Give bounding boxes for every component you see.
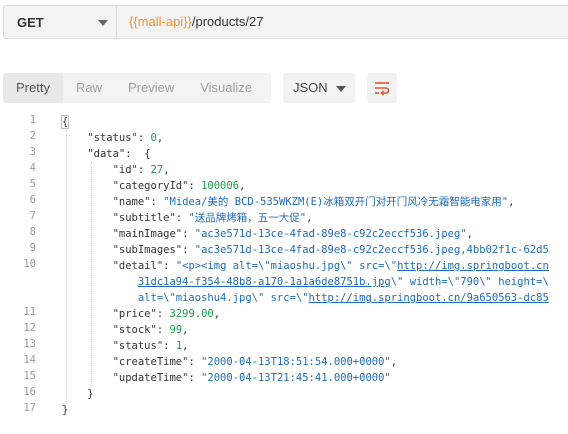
- json-punct: ,: [156, 132, 164, 144]
- code-line: "categoryId": 100006,: [112, 180, 246, 192]
- json-link: http://img.springboot.cn: [397, 260, 549, 272]
- code-line: alt=\"miaoshu4.jpg\" src=\"http://img.sp…: [62, 290, 549, 306]
- json-number: 99: [169, 324, 183, 336]
- response-body[interactable]: 1{2 "status": 0, 3 "data": {4 "id": 27, 5 …: [0, 112, 568, 434]
- indent-guide: [66, 130, 67, 402]
- code-line: 31dc1a94-f354-48b8-a170-1a1a6de8751b.jpg…: [62, 274, 549, 290]
- code-line: "name": "Midea/美的 BCD-535WKZM(E)冰箱双开门对开门…: [112, 196, 515, 208]
- chevron-down-icon: [336, 86, 346, 92]
- json-punct: ,: [163, 164, 170, 176]
- json-string: "送品牌烤箱，五一大促": [188, 212, 307, 224]
- wrap-lines-icon: [375, 82, 390, 96]
- format-label: JSON: [293, 80, 328, 95]
- json-string: "2000-04-13T18:51:54.000+0000": [201, 356, 391, 368]
- json-key: "subtitle": [112, 212, 176, 224]
- line-number: 9: [29, 242, 36, 254]
- format-select[interactable]: JSON: [283, 73, 355, 103]
- line-number: 2: [29, 130, 36, 142]
- json-key: "createTime": [112, 356, 189, 368]
- line-number: 8: [29, 226, 36, 238]
- code-line: "detail": "<p><img alt=\"miaoshu.jpg\" s…: [112, 260, 549, 272]
- line-number: 15: [23, 370, 36, 382]
- line-number: 4: [29, 162, 36, 174]
- json-number: 3299.00: [169, 308, 214, 320]
- code-line: }: [62, 402, 68, 418]
- json-string: "<p><img alt=\"miaoshu.jpg\" src=\": [175, 260, 398, 272]
- json-link: 31dc1a94-f354-48b8-a170-1a1a6de8751b.jpg: [137, 276, 391, 288]
- line-number: 11: [23, 306, 36, 318]
- code-line: "status": 1,: [112, 340, 189, 352]
- tab-visualize[interactable]: Visualize: [187, 73, 265, 103]
- url-path: /products/27: [191, 14, 264, 29]
- code-line: "updateTime": "2000-04-13T21:45:41.000+0…: [112, 372, 391, 384]
- tab-raw[interactable]: Raw: [63, 73, 115, 103]
- json-string: "ac3e571d-13ce-4fad-89e8-c92c2eccf536.jp…: [194, 244, 549, 256]
- line-number: 13: [23, 338, 36, 350]
- json-key: "categoryId": [112, 180, 189, 192]
- json-punct: ,: [508, 196, 515, 208]
- json-punct: {: [137, 148, 151, 160]
- line-number: 12: [23, 322, 36, 334]
- method-label: GET: [17, 15, 44, 30]
- code-line: "mainImage": "ac3e571d-13ce-4fad-89e8-c9…: [112, 228, 473, 240]
- json-punct: ,: [466, 228, 473, 240]
- code-line: "id": 27,: [112, 164, 170, 176]
- code-line: "price": 3299.00,: [112, 308, 221, 320]
- json-key: "status": [112, 340, 164, 352]
- json-string: "Midea/美的 BCD-535WKZM(E)冰箱双开门对开门风冷无霜智能电家…: [163, 196, 509, 208]
- line-number: 6: [29, 194, 36, 206]
- json-key: "price": [112, 308, 157, 320]
- json-punct: ,: [390, 356, 398, 368]
- json-key: "status": [87, 132, 138, 144]
- json-number: 100006: [201, 180, 240, 192]
- line-number: 16: [23, 386, 36, 398]
- json-string: alt=\"miaoshu4.jpg\" src=\": [137, 292, 309, 304]
- tab-pretty[interactable]: Pretty: [3, 73, 63, 103]
- json-key: "stock": [112, 324, 157, 336]
- json-punct: ,: [306, 212, 313, 224]
- code-line: "subImages": "ac3e571d-13ce-4fad-89e8-c9…: [112, 244, 549, 256]
- line-number: 5: [29, 178, 36, 190]
- json-string: \" width=\"790\" height=\: [390, 276, 549, 288]
- code-line: "stock": 99,: [112, 324, 189, 336]
- code-text: {: [60, 115, 70, 129]
- code-line: "subtitle": "送品牌烤箱，五一大促",: [112, 212, 313, 224]
- indent-guide: [91, 162, 93, 386]
- json-string: "2000-04-13T21:45:41.000+0000": [201, 372, 391, 384]
- code-line: "data": {: [87, 148, 151, 160]
- json-punct: ,: [239, 180, 246, 192]
- request-bar: GET {{mall-api}}/products/27: [0, 0, 568, 48]
- response-toolbar: Pretty Raw Preview Visualize JSON: [0, 70, 568, 106]
- line-number: 10: [23, 258, 36, 270]
- json-key: "id": [112, 164, 138, 176]
- json-punct: ,: [213, 308, 221, 320]
- code-line: "status": 0,: [87, 132, 164, 144]
- json-key: "subImages": [112, 244, 183, 256]
- url-input[interactable]: {{mall-api}}/products/27: [117, 5, 568, 39]
- tab-preview[interactable]: Preview: [115, 73, 187, 103]
- code-line: {: [60, 114, 70, 130]
- chevron-down-icon: [98, 20, 108, 26]
- line-number: 1: [29, 114, 36, 126]
- json-key: "mainImage": [112, 228, 183, 240]
- json-key: "detail": [112, 260, 164, 272]
- url-variable: {{mall-api}}: [129, 14, 192, 29]
- line-number: 3: [29, 146, 36, 158]
- method-select[interactable]: GET: [3, 5, 117, 39]
- code-line: "createTime": "2000-04-13T18:51:54.000+0…: [112, 356, 398, 368]
- json-punct: ,: [182, 324, 189, 336]
- line-number: 14: [23, 354, 36, 366]
- json-string: "ac3e571d-13ce-4fad-89e8-c92c2eccf536.jp…: [194, 228, 467, 240]
- line-number: 7: [29, 210, 36, 222]
- json-key: "data": [87, 148, 126, 160]
- json-key: "updateTime": [112, 372, 189, 384]
- json-number: 27: [150, 164, 164, 176]
- json-punct: ,: [182, 340, 189, 352]
- line-number: 17: [23, 402, 36, 414]
- json-link: http://img.springboot.cn/9a650563-dc85: [308, 292, 549, 304]
- code-text: }: [62, 404, 69, 416]
- json-key: "name": [112, 196, 151, 208]
- view-tabs: Pretty Raw Preview Visualize: [3, 73, 271, 103]
- wrap-lines-button[interactable]: [367, 73, 397, 103]
